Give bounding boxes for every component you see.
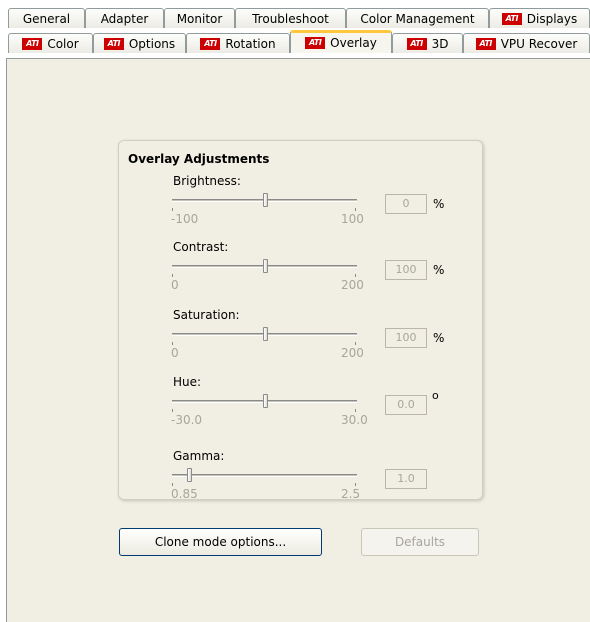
contrast-min-label: 0 <box>171 278 179 292</box>
tab-rotation[interactable]: ATI Rotation <box>186 33 290 53</box>
gamma-slider-track[interactable] <box>172 474 357 477</box>
tab-label: Troubleshoot <box>252 11 329 26</box>
hue-unit: o <box>432 389 439 402</box>
overlay-adjustments-group: Overlay Adjustments Brightness: -100 100 0%… <box>119 141 482 501</box>
saturation-max-tick <box>355 342 356 345</box>
tab-label: Monitor <box>176 11 223 26</box>
brightness-unit: % <box>433 197 445 211</box>
gamma-slider-thumb[interactable] <box>186 468 192 482</box>
ati-logo-icon: ATI <box>200 37 221 50</box>
ati-logo-icon: ATI <box>103 37 124 50</box>
gamma-value-field[interactable]: 1.0 <box>385 469 427 489</box>
ati-logo-icon: ATI <box>501 12 522 25</box>
tab-label: Displays <box>526 11 578 26</box>
tab-troubleshoot[interactable]: Troubleshoot <box>235 8 346 28</box>
contrast-value-field[interactable]: 100 <box>385 260 427 280</box>
gamma-min-tick <box>172 483 173 486</box>
tab-label: Overlay <box>330 36 377 50</box>
hue-slider-thumb[interactable] <box>262 394 268 408</box>
tab-label: VPU Recover <box>500 36 578 51</box>
tab-label: General <box>22 11 71 26</box>
brightness-min-tick <box>172 208 173 211</box>
hue-min-tick <box>172 409 173 412</box>
group-title: Overlay Adjustments <box>128 152 270 166</box>
tab-vpu-recover[interactable]: ATI VPU Recover <box>463 33 590 53</box>
contrast-label: Contrast: <box>173 240 229 254</box>
tab-label: 3D <box>431 36 449 51</box>
hue-label: Hue: <box>173 375 202 389</box>
hue-value-field[interactable]: 0.0 <box>385 395 427 415</box>
ati-logo-icon: ATI <box>475 37 496 50</box>
gamma-label: Gamma: <box>173 449 225 463</box>
brightness-max-tick <box>355 208 356 211</box>
tab-color-management[interactable]: Color Management <box>346 8 489 28</box>
ati-logo-icon: ATI <box>305 37 326 49</box>
tab-label: Color Management <box>360 11 475 26</box>
ati-logo-icon: ATI <box>22 37 43 50</box>
contrast-min-tick <box>172 274 173 277</box>
tab-label: Rotation <box>225 36 276 51</box>
gamma-max-label: 2.5 <box>341 487 361 501</box>
saturation-slider-thumb[interactable] <box>262 327 268 341</box>
hue-max-tick <box>355 409 356 412</box>
contrast-max-label: 200 <box>341 278 364 292</box>
tab-label: Color <box>47 36 79 51</box>
tab-general[interactable]: General <box>8 8 85 28</box>
tab-label: Options <box>128 36 176 51</box>
tab-displays[interactable]: ATI Displays <box>489 8 590 28</box>
saturation-label: Saturation: <box>173 308 240 322</box>
tab-monitor[interactable]: Monitor <box>164 8 235 28</box>
contrast-unit: % <box>433 263 445 277</box>
contrast-slider-thumb[interactable] <box>262 259 268 273</box>
tab-color[interactable]: ATI Color <box>8 33 93 53</box>
saturation-unit: % <box>433 331 445 345</box>
brightness-min-label: -100 <box>171 212 199 226</box>
gamma-max-tick <box>355 483 356 486</box>
brightness-max-label: 100 <box>341 212 364 226</box>
saturation-max-label: 200 <box>341 346 364 360</box>
ati-logo-icon: ATI <box>406 37 427 50</box>
tab-3d[interactable]: ATI 3D <box>392 33 463 53</box>
saturation-value-field[interactable]: 100 <box>385 328 427 348</box>
tab-options[interactable]: ATI Options <box>93 33 186 53</box>
brightness-value-field[interactable]: 0 <box>385 194 427 214</box>
saturation-min-tick <box>172 342 173 345</box>
tab-adapter[interactable]: Adapter <box>85 8 164 28</box>
brightness-label: Brightness: <box>173 174 241 188</box>
clone-mode-options-button[interactable]: Clone mode options... <box>119 528 322 556</box>
defaults-button[interactable]: Defaults <box>361 528 479 556</box>
saturation-min-label: 0 <box>171 346 179 360</box>
hue-max-label: 30.0 <box>341 413 368 427</box>
tab-overlay[interactable]: ATI Overlay <box>290 30 392 53</box>
gamma-min-label: 0.85 <box>171 487 198 501</box>
tab-label: Adapter <box>100 11 149 26</box>
contrast-max-tick <box>355 274 356 277</box>
brightness-slider-thumb[interactable] <box>262 193 268 207</box>
hue-min-label: -30.0 <box>171 413 203 427</box>
